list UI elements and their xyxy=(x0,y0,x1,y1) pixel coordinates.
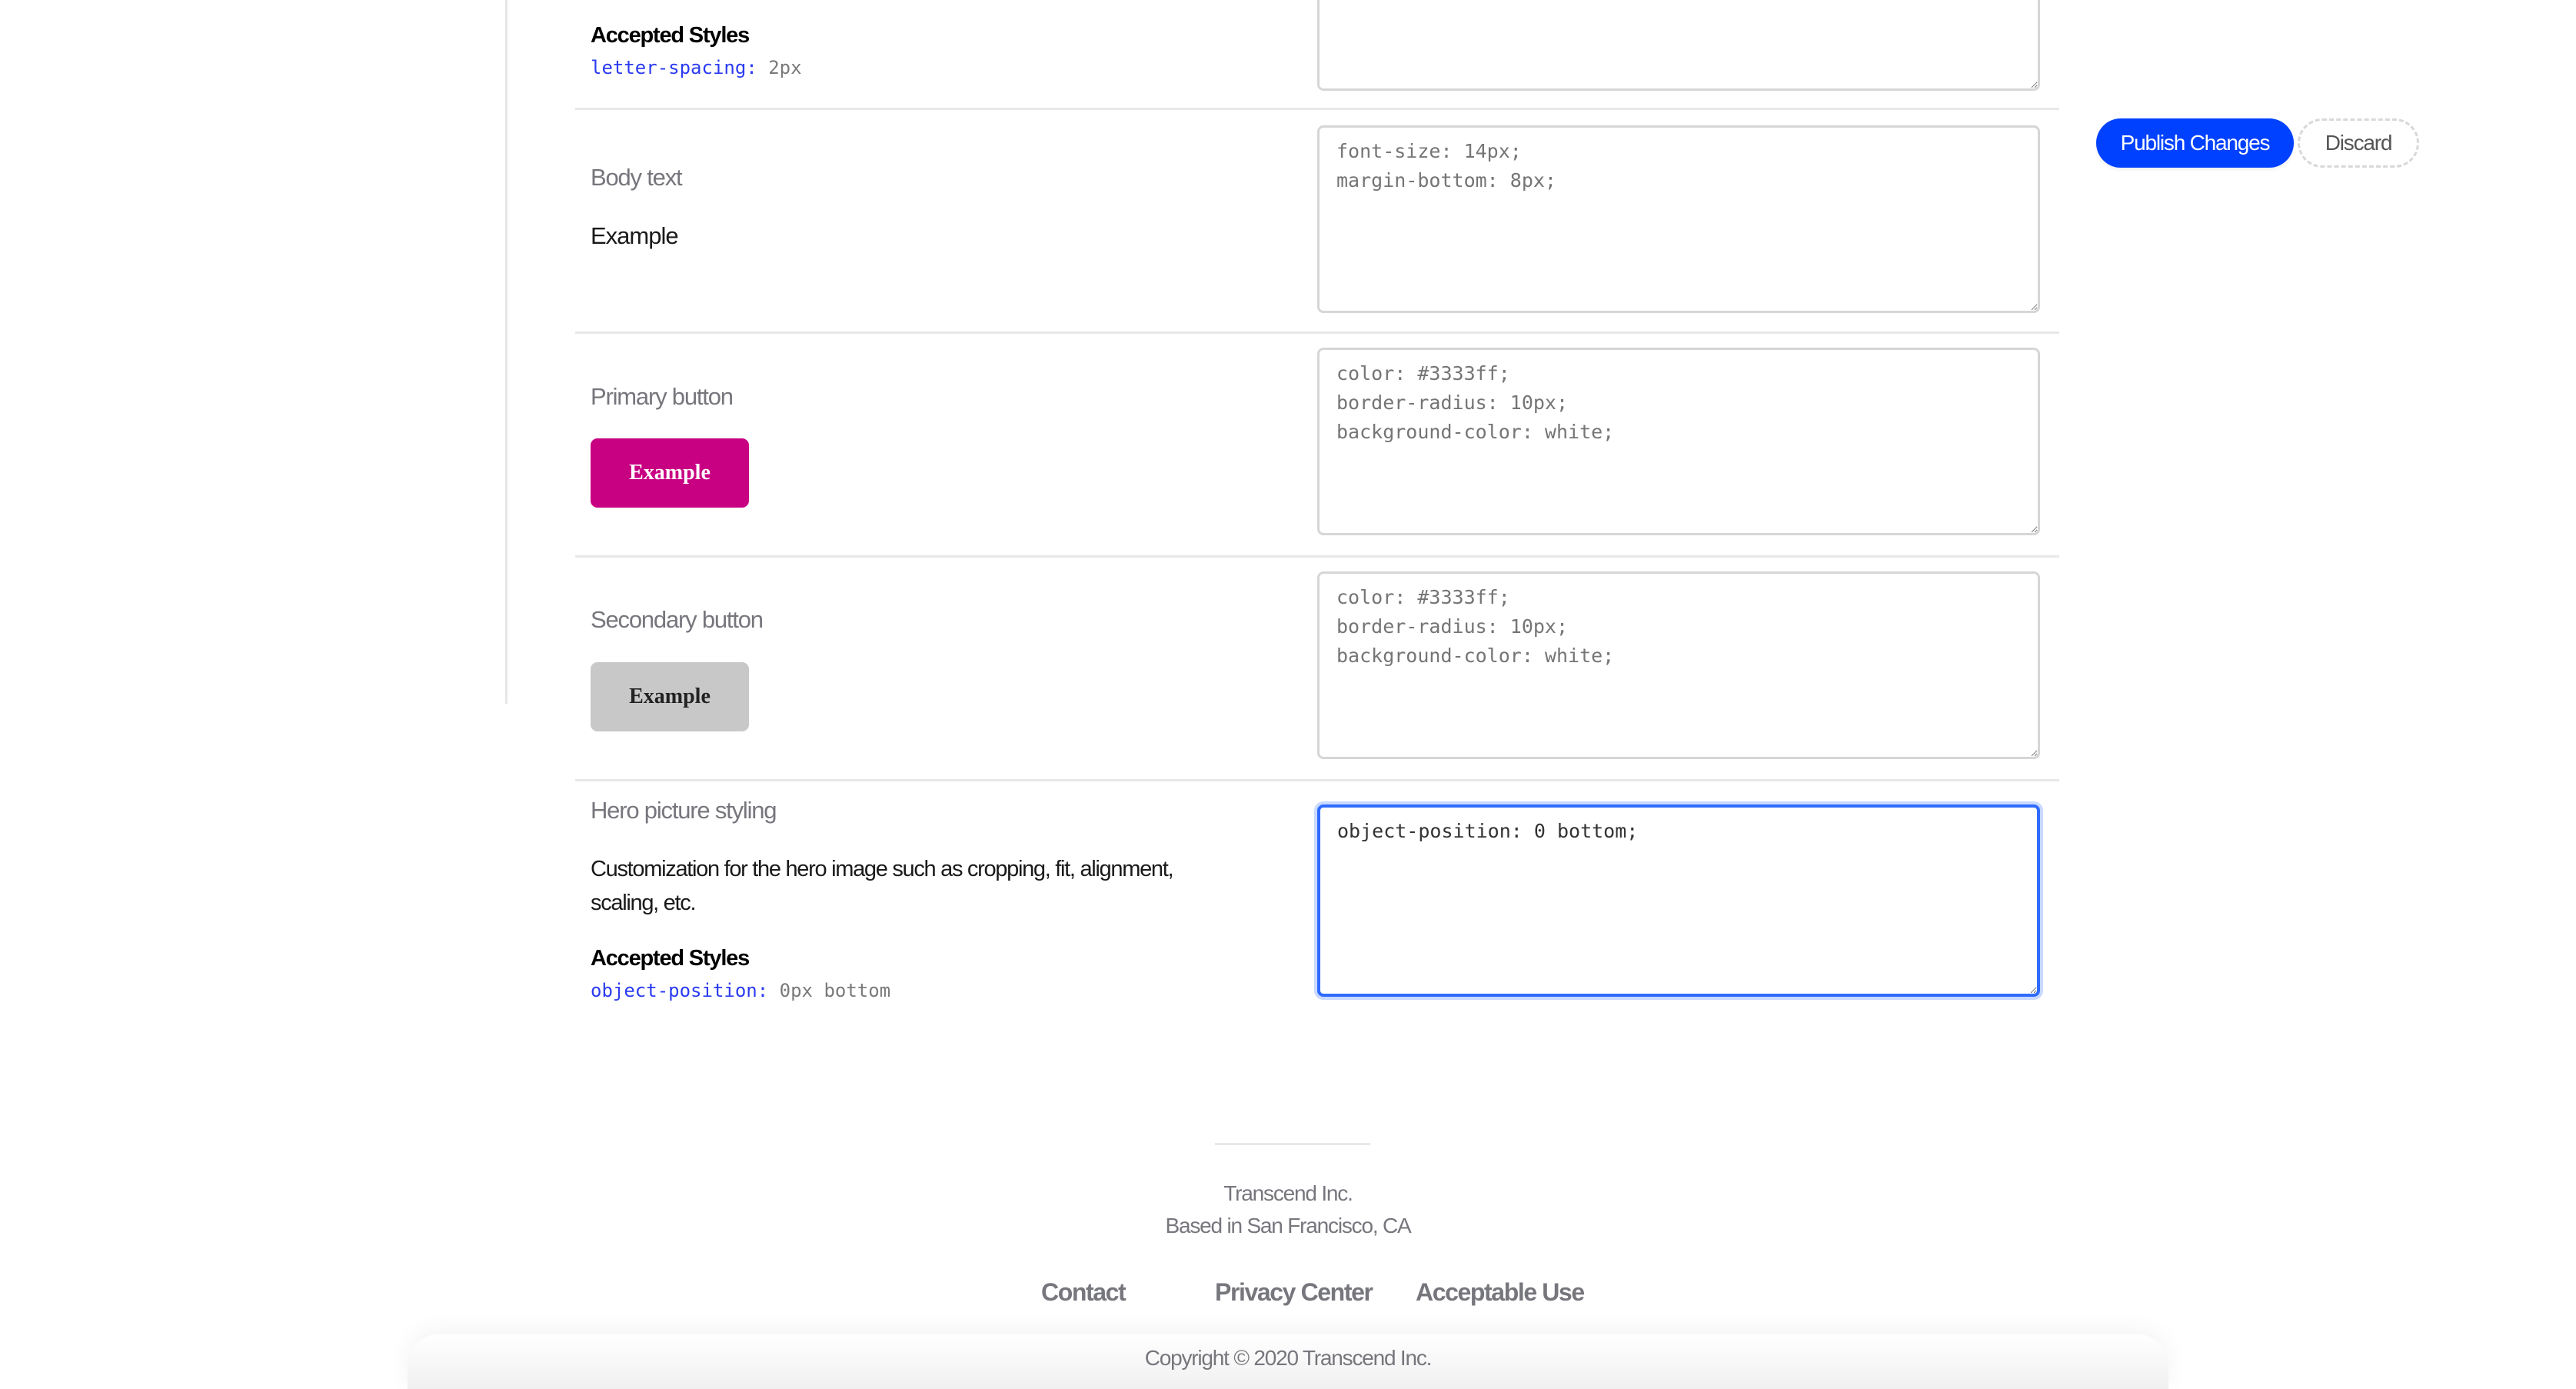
footer-location: Based in San Francisco, CA xyxy=(1165,1214,1412,1237)
body-text-css-input[interactable] xyxy=(1317,125,2040,313)
accepted-styles-code: letter-spacing: 2px xyxy=(591,57,802,78)
discard-button[interactable]: Discard xyxy=(2298,118,2419,168)
accepted-styles-title: Accepted Styles xyxy=(591,23,750,48)
primary-button-example[interactable]: Example xyxy=(591,438,749,508)
hero-picture-css-input[interactable] xyxy=(1317,804,2040,997)
footer-company: Transcend Inc. xyxy=(1223,1181,1353,1205)
style-row-body-text: Body text Example xyxy=(575,110,2059,331)
letter-spacing-css-input[interactable] xyxy=(1317,0,2040,91)
accepted-style-value: 0px bottom xyxy=(779,980,891,1001)
footer-copyright: Copyright © 2020 Transcend Inc. xyxy=(1144,1346,1433,1370)
publish-changes-button[interactable]: Publish Changes xyxy=(2096,118,2294,168)
secondary-button-css-input[interactable] xyxy=(1317,571,2040,759)
footer-link-privacy-center[interactable]: Privacy Center xyxy=(1215,1278,1373,1307)
footer-divider xyxy=(1215,1143,1370,1145)
accepted-styles-code: object-position: 0px bottom xyxy=(591,980,890,1001)
primary-button-css-input[interactable] xyxy=(1317,348,2040,535)
footer-links: Contact Privacy Center Acceptable Use xyxy=(0,1278,2576,1312)
style-row-primary-button: Primary button Example xyxy=(575,334,2059,555)
accepted-style-property: object-position: xyxy=(591,980,769,1001)
hero-picture-description: Customization for the hero image such as… xyxy=(591,857,1174,915)
secondary-button-example[interactable]: Example xyxy=(591,662,749,731)
row-label: Body text xyxy=(591,164,683,191)
row-label: Hero picture styling xyxy=(591,797,777,824)
style-row-letter-spacing: Accepted Styles letter-spacing: 2px xyxy=(575,0,2059,108)
footer-link-contact[interactable]: Contact xyxy=(1041,1278,1127,1307)
body-text-example: Example xyxy=(591,222,679,249)
accepted-style-value: 2px xyxy=(768,57,802,78)
row-label: Secondary button xyxy=(591,606,764,633)
footer-link-acceptable-use[interactable]: Acceptable Use xyxy=(1416,1278,1585,1307)
sidebar-divider xyxy=(505,0,508,704)
row-label: Primary button xyxy=(591,383,734,410)
style-row-hero-picture: Hero picture styling Customization for t… xyxy=(575,781,2059,1035)
accepted-style-property: letter-spacing: xyxy=(591,57,757,78)
style-row-secondary-button: Secondary button Example xyxy=(575,558,2059,779)
accepted-styles-title: Accepted Styles xyxy=(591,946,750,971)
